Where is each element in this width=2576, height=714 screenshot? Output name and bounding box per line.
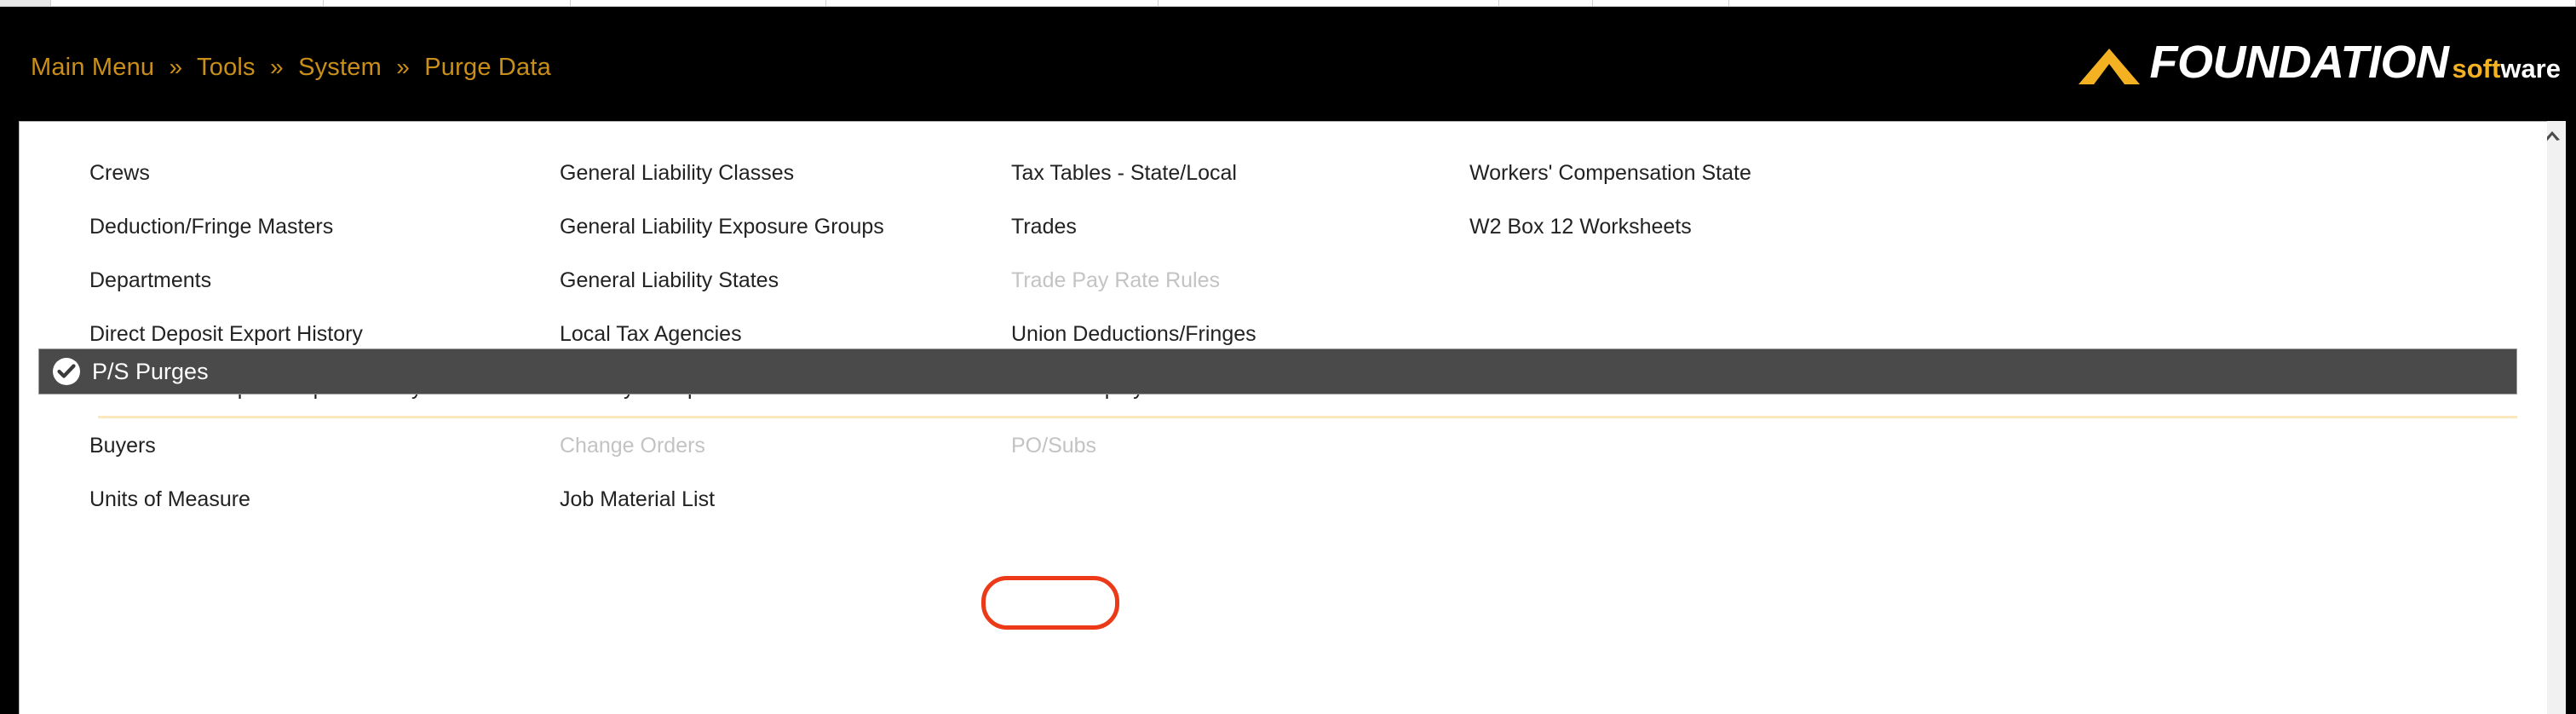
right-window-border <box>2566 121 2576 714</box>
menu-item-general-liability-classes[interactable]: General Liability Classes <box>560 163 1020 190</box>
breadcrumb-separator-icon: » <box>396 54 410 80</box>
menu-item-w2-box-12-worksheets[interactable]: W2 Box 12 Worksheets <box>1469 216 1981 244</box>
section-divider <box>98 416 2517 418</box>
menu-item-crews[interactable]: Crews <box>89 163 549 190</box>
left-window-border <box>0 121 19 714</box>
ps-purges-section-header[interactable]: P/S Purges <box>38 348 2517 394</box>
breadcrumb-item-purge-data[interactable]: Purge Data <box>424 54 551 81</box>
menu-item-po-subs: PO/Subs <box>1011 434 1097 458</box>
tab-strip-segment[interactable] <box>324 0 571 6</box>
tab-strip-segment[interactable] <box>1159 0 1499 6</box>
breadcrumb-separator-icon: » <box>169 54 183 80</box>
breadcrumb-item-tools[interactable]: Tools <box>197 54 256 81</box>
menu-item-change-orders: Change Orders <box>560 434 705 458</box>
breadcrumb: Main Menu » Tools » System » Purge Data <box>31 54 551 82</box>
browser-tab-strip <box>0 0 2576 7</box>
ps-menu-column-2: Change Orders Job Material List <box>560 435 1020 543</box>
menu-item-general-liability-exposure-groups[interactable]: General Liability Exposure Groups <box>560 216 1020 244</box>
menu-item-job-material-list[interactable]: Job Material List <box>560 489 1020 516</box>
ps-menu-column-3: PO/Subs <box>1011 435 1471 489</box>
menu-item-units-of-measure[interactable]: Units of Measure <box>89 489 549 516</box>
tab-strip-segment[interactable] <box>1593 0 1729 6</box>
logo-soft-text: soft <box>2452 54 2501 83</box>
menu-item-local-tax-agencies[interactable]: Local Tax Agencies <box>560 324 1020 351</box>
logo-wordmark: FOUNDATION <box>2149 37 2449 88</box>
menu-item-departments[interactable]: Departments <box>89 270 549 297</box>
tab-strip-segment[interactable] <box>1499 0 1593 6</box>
breadcrumb-item-main-menu[interactable]: Main Menu <box>31 54 154 81</box>
menu-item-general-liability-states[interactable]: General Liability States <box>560 270 1020 297</box>
menu-item-trade-pay-rate-rules: Trade Pay Rate Rules <box>1011 268 1221 292</box>
tab-strip-segment[interactable] <box>51 0 324 6</box>
check-circle-icon <box>53 358 80 385</box>
menu-item-union-deductions-fringes[interactable]: Union Deductions/Fringes <box>1011 324 1471 351</box>
menu-item-buyers[interactable]: Buyers <box>89 435 549 463</box>
menu-column-4: Workers' Compensation State W2 Box 12 Wo… <box>1469 163 1981 270</box>
ps-purges-section-title: P/S Purges <box>92 358 209 384</box>
tab-strip-segment[interactable] <box>826 0 1159 6</box>
breadcrumb-separator-icon: » <box>270 54 284 80</box>
tab-strip-segment[interactable] <box>1729 0 2576 6</box>
menu-item-workers-compensation-state[interactable]: Workers' Compensation State <box>1469 163 1981 190</box>
breadcrumb-item-system[interactable]: System <box>298 54 382 81</box>
menu-item-direct-deposit-export-history[interactable]: Direct Deposit Export History <box>89 324 549 351</box>
chevron-up-icon <box>2077 47 2142 86</box>
purge-data-content-pane: Crews Deduction/Fringe Masters Departmen… <box>19 121 2547 714</box>
tab-strip-segment[interactable] <box>571 0 826 6</box>
menu-item-trades[interactable]: Trades <box>1011 216 1471 244</box>
tab-strip-segment[interactable] <box>0 0 51 6</box>
foundation-software-logo: FOUNDATION soft ware <box>2077 39 2561 89</box>
app-header: Main Menu » Tools » System » Purge Data … <box>0 7 2576 121</box>
menu-item-deduction-fringe-masters[interactable]: Deduction/Fringe Masters <box>89 216 549 244</box>
menu-item-tax-tables-state-local[interactable]: Tax Tables - State/Local <box>1011 163 1471 190</box>
logo-ware-text: ware <box>2500 54 2561 83</box>
ps-menu-column-1: Buyers Units of Measure <box>89 435 549 543</box>
